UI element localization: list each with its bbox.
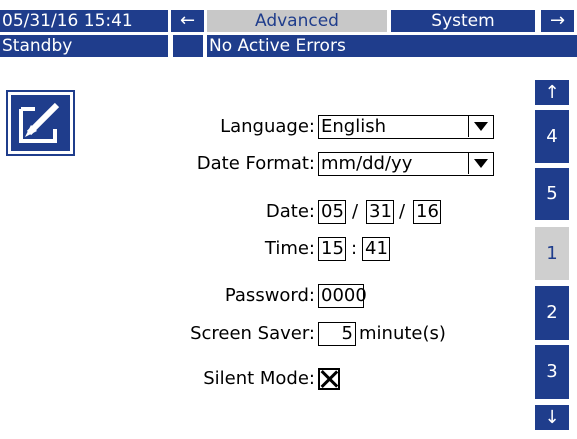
- time-label: Time:: [264, 238, 315, 259]
- side-nav-item-3[interactable]: 3: [535, 345, 569, 399]
- date-year-field[interactable]: 16: [413, 200, 441, 224]
- date-day-field[interactable]: 31: [366, 200, 394, 224]
- time-minute-field[interactable]: 41: [362, 237, 390, 261]
- silent-mode-checkbox[interactable]: [318, 368, 340, 390]
- side-nav-item-4[interactable]: 4: [535, 110, 569, 163]
- status-mode: Standby: [0, 35, 168, 57]
- tab-advanced[interactable]: Advanced: [207, 10, 387, 32]
- scroll-up-button[interactable]: ↑: [535, 80, 569, 105]
- chevron-down-icon: [468, 153, 493, 174]
- language-label: Language:: [220, 116, 315, 137]
- side-nav-item-5[interactable]: 5: [535, 168, 569, 220]
- language-value: English: [321, 116, 386, 137]
- tab-system[interactable]: System: [391, 10, 535, 32]
- time-hour-field[interactable]: 15: [318, 237, 346, 261]
- date-separator: /: [352, 201, 359, 222]
- status-indicator: [173, 35, 203, 57]
- scroll-down-button[interactable]: ↓: [535, 405, 569, 430]
- date-separator: /: [399, 201, 406, 222]
- status-errors: No Active Errors: [207, 35, 577, 57]
- date-format-select[interactable]: mm/dd/yy: [318, 152, 494, 176]
- language-select[interactable]: English: [318, 115, 494, 139]
- right-arrow-icon: →: [549, 10, 566, 31]
- date-month-field[interactable]: 05: [318, 200, 346, 224]
- prev-screen-button[interactable]: ←: [171, 10, 204, 32]
- date-label: Date:: [265, 201, 315, 222]
- time-separator: :: [351, 238, 358, 259]
- date-format-label: Date Format:: [196, 153, 315, 174]
- left-arrow-icon: ←: [179, 10, 196, 31]
- side-nav-item-2[interactable]: 2: [535, 286, 569, 340]
- password-field[interactable]: 0000: [318, 284, 367, 308]
- side-nav-item-1[interactable]: 1: [535, 227, 569, 280]
- next-screen-button[interactable]: →: [541, 10, 574, 32]
- chevron-down-icon: [468, 116, 493, 137]
- screen-saver-label: Screen Saver:: [190, 323, 315, 344]
- datetime-display: 05/31/16 15:41: [0, 10, 168, 32]
- screen-saver-unit: minute(s): [359, 323, 446, 344]
- date-format-value: mm/dd/yy: [321, 153, 413, 174]
- silent-mode-label: Silent Mode:: [203, 368, 315, 389]
- screen-saver-field[interactable]: 5: [318, 322, 356, 346]
- down-arrow-icon: ↓: [544, 407, 560, 428]
- password-label: Password:: [224, 285, 315, 306]
- up-arrow-icon: ↑: [544, 82, 560, 103]
